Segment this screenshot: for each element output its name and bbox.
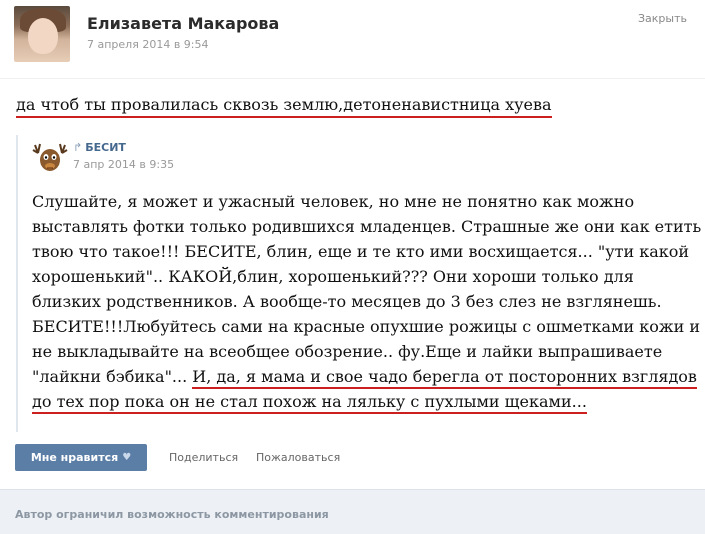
post-actions: Мне нравится ♥ Поделиться Пожаловаться [15,444,695,472]
repost-block: ↱ БЕСИТ 7 апр 2014 в 9:35 Слушайте, я мож… [16,135,702,432]
repost-line: не выкладывайте на всеобщее обозрение.. … [32,342,663,361]
like-label: Мне нравится [30,451,119,464]
repost-line-plain: "лайкни бэбика"... [32,367,193,386]
post-text-content: да чтоб ты провалилась сквозь землю,дето… [16,95,552,118]
post-date[interactable]: 7 апреля 2014 в 9:54 [87,38,209,51]
repost-line: хорошенький".. КАКОЙ,блин, хорошенький??… [32,267,634,286]
report-link[interactable]: Пожаловаться [256,451,340,464]
author-avatar[interactable] [14,6,70,62]
repost-highlight: до тех пор пока он не стал похож на ляль… [32,392,587,414]
repost-line: близких родственников. А вообще-то месяц… [32,292,662,311]
repost-line: твою что такое!!! БЕСИТЕ, блин, еще и те… [32,242,690,261]
post-text: да чтоб ты провалилась сквозь землю,дето… [16,95,689,118]
like-button[interactable]: Мне нравится ♥ [15,444,147,471]
repost-date[interactable]: 7 апр 2014 в 9:35 [73,158,174,171]
repost-line: "лайкни бэбика"... И, да, я мама и свое … [32,364,697,389]
repost-source[interactable]: ↱ БЕСИТ [73,141,126,154]
repost-arrow-icon: ↱ [73,141,83,154]
repost-line: БЕСИТЕ!!!Любуйтесь сами на красные опухш… [32,317,701,336]
share-link[interactable]: Поделиться [169,451,238,464]
divider [0,78,705,79]
repost-source-name[interactable]: БЕСИТ [85,141,126,154]
repost-line: до тех пор пока он не стал похож на ляль… [32,389,682,414]
author-name[interactable]: Елизавета Макарова [87,14,279,33]
repost-line: выставлять фотки только родившихся младе… [32,217,702,236]
repost-text: Слушайте, я может и ужасный человек, но … [32,189,702,414]
heart-icon: ♥ [122,452,132,463]
close-button[interactable]: Закрыть [638,12,687,25]
repost-line: Слушайте, я может и ужасный человек, но … [32,192,635,211]
repost-highlight: И, да, я мама и свое чадо берегла от пос… [192,367,697,389]
post-header: Елизавета Макарова 7 апреля 2014 в 9:54 … [0,0,705,78]
comments-footer: Автор ограничил возможность комментирова… [0,489,705,534]
comments-restricted-text: Автор ограничил возможность комментирова… [15,508,329,521]
moose-icon[interactable] [32,141,68,175]
